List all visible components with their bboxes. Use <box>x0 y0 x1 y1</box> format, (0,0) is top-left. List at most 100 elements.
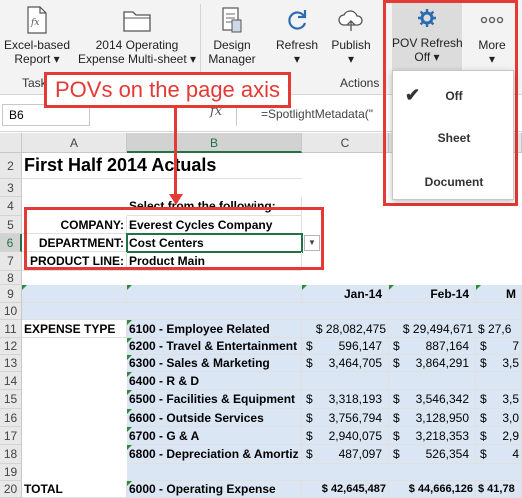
total-label[interactable]: TOTAL <box>22 481 127 498</box>
comment-indicator <box>127 285 132 290</box>
refresh-button[interactable]: Refresh ▾ <box>272 2 322 74</box>
amount: 487,097 <box>338 447 382 461</box>
design-manager-button[interactable]: Design Manager <box>204 2 260 74</box>
spacer-row[interactable] <box>22 303 522 320</box>
design-manager-icon <box>204 2 260 38</box>
value-cell[interactable]: $3,318,193 <box>302 390 389 409</box>
account-label: 6600 - Outside Services <box>129 410 264 425</box>
value-cell[interactable]: $3,546,342 <box>389 390 476 409</box>
currency-symbol: $ <box>480 428 487 443</box>
pov-refresh-menu: ✔ Off Sheet Document <box>392 70 514 200</box>
report-title[interactable]: First Half 2014 Actuals <box>22 153 302 179</box>
row-header[interactable]: 11 <box>0 320 22 338</box>
row-header[interactable]: 14 <box>0 372 22 390</box>
value-cell[interactable]: $526,354 <box>389 445 476 464</box>
column-header-a[interactable]: A <box>22 133 127 153</box>
value-cell[interactable]: $3,0 <box>476 409 522 427</box>
row-header[interactable]: 8 <box>0 271 22 285</box>
value-cell[interactable]: $3,864,291 <box>389 355 476 372</box>
row-header[interactable]: 15 <box>0 390 22 409</box>
currency-symbol: $ <box>306 410 313 425</box>
row-header[interactable]: 2 <box>0 153 22 179</box>
value-cell[interactable]: $7 <box>476 338 522 355</box>
account-row[interactable]: 6400 - R & D <box>127 372 302 390</box>
row-header[interactable]: 17 <box>0 427 22 445</box>
row-header[interactable]: 5 <box>0 216 22 234</box>
account-6100[interactable]: 6100 - Employee Related <box>127 320 302 338</box>
month-header-mar[interactable]: M <box>476 285 522 303</box>
row-header[interactable]: 3 <box>0 179 22 197</box>
value-cell[interactable]: $487,097 <box>302 445 389 464</box>
row-header[interactable]: 7 <box>0 252 22 271</box>
account-label: 6100 - Employee Related <box>129 321 270 336</box>
account-row[interactable]: 6200 - Travel & Entertainment <box>127 338 302 355</box>
month-header-jan[interactable]: Jan-14 <box>302 285 389 303</box>
value-cell[interactable] <box>389 372 476 390</box>
value-cell[interactable]: $ 28,082,475 <box>302 320 389 338</box>
account-row[interactable]: 6600 - Outside Services <box>127 409 302 427</box>
excel-based-report-button[interactable]: fx Excel-based Report ▾ <box>0 2 74 74</box>
value-cell[interactable]: $3,756,794 <box>302 409 389 427</box>
row-header[interactable]: 16 <box>0 409 22 427</box>
column-header-c[interactable]: C <box>302 133 389 153</box>
value-cell[interactable]: $596,147 <box>302 338 389 355</box>
header-cell-empty[interactable] <box>127 285 302 303</box>
row-header[interactable]: 12 <box>0 338 22 355</box>
value-cell[interactable]: $3,128,950 <box>389 409 476 427</box>
value-cell[interactable]: $ 29,494,671 <box>389 320 476 338</box>
value-cell[interactable]: $3,5 <box>476 355 522 372</box>
currency-symbol: $ <box>306 339 313 353</box>
mar-label: M <box>506 286 516 301</box>
row-header[interactable]: 9 <box>0 285 22 303</box>
account-row[interactable]: 6300 - Sales & Marketing <box>127 355 302 372</box>
menu-item-document-label: Document <box>424 175 484 189</box>
comment-indicator <box>476 285 481 290</box>
operating-expense-multisheet-button[interactable]: 2014 Operating Expense Multi-sheet ▾ <box>76 2 198 74</box>
value-cell[interactable]: $3,464,705 <box>302 355 389 372</box>
row-header[interactable]: 4 <box>0 197 22 216</box>
menu-item-off[interactable]: ✔ Off <box>393 81 515 111</box>
row-header[interactable]: 13 <box>0 355 22 372</box>
account-row[interactable]: 6700 - G & A <box>127 427 302 445</box>
value-cell[interactable]: $2,9 <box>476 427 522 445</box>
comment-indicator <box>127 481 132 486</box>
excel-report-icon: fx <box>0 2 74 38</box>
row-header[interactable]: 18 <box>0 445 22 464</box>
value-cell[interactable]: $3,5 <box>476 390 522 409</box>
total-value[interactable]: $ 41,78 <box>476 481 522 498</box>
annotation-callout: POVs on the page axis <box>44 72 292 108</box>
excel-report-label-2: Report ▾ <box>14 52 60 66</box>
value-cell[interactable]: $887,164 <box>389 338 476 355</box>
month-header-feb[interactable]: Feb-14 <box>389 285 476 303</box>
menu-item-document[interactable]: Document <box>393 167 515 197</box>
expense-type-label[interactable]: EXPENSE TYPE <box>22 320 127 338</box>
svg-text:fx: fx <box>30 18 39 28</box>
column-header-b[interactable]: B <box>127 133 302 153</box>
menu-item-off-label: Off <box>445 89 463 103</box>
value-cell[interactable]: $4 <box>476 445 522 464</box>
publish-button[interactable]: Publish ▾ <box>326 2 376 74</box>
row-header[interactable]: 10 <box>0 303 22 320</box>
menu-item-sheet[interactable]: Sheet <box>393 123 515 153</box>
total-value[interactable]: $ 42,645,487 <box>302 481 389 498</box>
value-cell[interactable] <box>302 372 389 390</box>
spacer-row[interactable] <box>127 464 522 481</box>
currency-symbol: $ <box>480 447 487 461</box>
value-cell[interactable]: $3,218,353 <box>389 427 476 445</box>
value-cell[interactable]: $2,940,075 <box>302 427 389 445</box>
currency-symbol: $ <box>393 410 400 425</box>
row-header[interactable]: 20 <box>0 481 22 498</box>
currency-symbol: $ <box>393 392 400 406</box>
header-cell-empty[interactable] <box>22 285 127 303</box>
row-header[interactable]: 6 <box>0 234 22 252</box>
account-row[interactable]: 6800 - Depreciation & Amortiz <box>127 445 302 464</box>
account-row[interactable]: 6500 - Facilities & Equipment <box>127 390 302 409</box>
actions-group-label: Actions <box>340 76 380 90</box>
comment-indicator <box>22 285 27 290</box>
row-header[interactable]: 19 <box>0 464 22 481</box>
value-cell[interactable]: $ 27,6 <box>476 320 522 338</box>
account-6000[interactable]: 6000 - Operating Expense <box>127 481 302 498</box>
select-all-corner[interactable] <box>0 133 22 153</box>
value-cell[interactable] <box>476 372 522 390</box>
total-value[interactable]: $ 44,666,126 <box>389 481 476 498</box>
